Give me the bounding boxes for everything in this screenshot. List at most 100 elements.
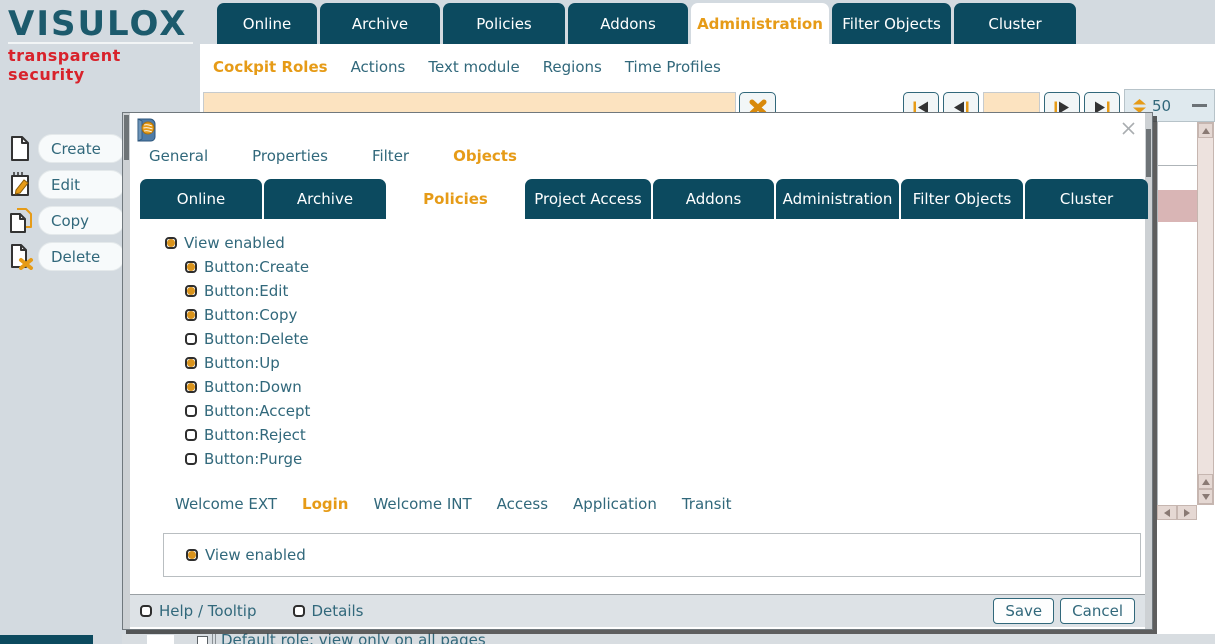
login-view-enabled-label: View enabled (205, 546, 306, 564)
subnav-regions[interactable]: Regions (543, 58, 602, 76)
vertical-scrollbar[interactable] (1197, 122, 1214, 505)
delete-icon (8, 243, 34, 271)
scroll-down-button[interactable] (1198, 489, 1213, 504)
subnav-actions[interactable]: Actions (351, 58, 406, 76)
sort-icon[interactable] (1132, 99, 1147, 113)
dialog-tab-filter[interactable]: Filter (372, 147, 409, 165)
main-nav: Online Archive Policies Addons Administr… (217, 3, 1076, 44)
table-row-selected[interactable] (1158, 190, 1197, 222)
subnav-text-module[interactable]: Text module (428, 58, 519, 76)
details-toggle[interactable]: Details (293, 602, 364, 620)
permission-row-button-create[interactable]: Button:Create (185, 255, 310, 279)
tab-policies[interactable]: Policies (443, 3, 565, 44)
permission-checkbox[interactable] (185, 261, 197, 273)
sidebar: Create Edit Copy Delete (8, 134, 130, 271)
page-tabs: Welcome EXT Login Welcome INT Access App… (175, 495, 732, 513)
permission-label: Button:Edit (204, 282, 288, 300)
page-tab-transit[interactable]: Transit (682, 495, 732, 513)
object-tab-administration[interactable]: Administration (776, 179, 899, 219)
permission-row-button-accept[interactable]: Button:Accept (185, 399, 310, 423)
object-tab-filter-objects[interactable]: Filter Objects (901, 179, 1023, 219)
help-tooltip-label: Help / Tooltip (159, 602, 257, 620)
sidebar-item-label: Edit (38, 170, 125, 199)
tab-filter-objects[interactable]: Filter Objects (832, 3, 951, 44)
save-button[interactable]: Save (993, 598, 1054, 624)
table-row-divider (1158, 165, 1197, 166)
tab-addons[interactable]: Addons (568, 3, 688, 44)
permission-row-button-copy[interactable]: Button:Copy (185, 303, 310, 327)
subnav-time-profiles[interactable]: Time Profiles (625, 58, 721, 76)
object-tab-project-access[interactable]: Project Access (525, 179, 651, 219)
permission-checkbox[interactable] (185, 405, 197, 417)
permission-checkbox[interactable] (185, 309, 197, 321)
sidebar-item-edit[interactable]: Edit (8, 170, 130, 199)
tab-administration[interactable]: Administration (691, 3, 829, 44)
permission-row-view-enabled[interactable]: View enabled (165, 231, 310, 255)
permission-label: Button:Copy (204, 306, 297, 324)
dialog-tab-general[interactable]: General (149, 147, 208, 165)
scroll-up-button-bottom[interactable] (1198, 474, 1213, 489)
object-tab-archive[interactable]: Archive (264, 179, 386, 219)
background-row-divider (212, 634, 216, 644)
dialog-left-scrollbar[interactable] (123, 113, 130, 629)
page-tab-access[interactable]: Access (497, 495, 548, 513)
details-checkbox[interactable] (293, 605, 305, 617)
login-view-enabled-checkbox[interactable] (186, 549, 198, 561)
object-tab-cluster[interactable]: Cluster (1025, 179, 1148, 219)
dialog-tab-properties[interactable]: Properties (252, 147, 328, 165)
object-tab-online[interactable]: Online (140, 179, 262, 219)
page-tab-login[interactable]: Login (302, 495, 348, 513)
sidebar-item-delete[interactable]: Delete (8, 242, 130, 271)
permission-checkbox[interactable] (185, 357, 197, 369)
permission-checkbox[interactable] (185, 381, 197, 393)
page-tab-welcome-ext[interactable]: Welcome EXT (175, 495, 277, 513)
logo-subtitle: transparent security (8, 46, 193, 84)
help-tooltip-checkbox[interactable] (140, 605, 152, 617)
permission-row-button-reject[interactable]: Button:Reject (185, 423, 310, 447)
permission-row-button-purge[interactable]: Button:Purge (185, 447, 310, 471)
permission-checkbox[interactable] (185, 333, 197, 345)
cancel-button[interactable]: Cancel (1060, 598, 1135, 624)
close-icon[interactable] (1121, 121, 1136, 136)
tab-cluster[interactable]: Cluster (954, 3, 1076, 44)
background-row-text: Default role: view only on all pages (221, 631, 486, 644)
permission-label: View enabled (184, 234, 285, 252)
scrollbar-thumb[interactable] (124, 115, 129, 160)
permission-row-button-edit[interactable]: Button:Edit (185, 279, 310, 303)
permission-row-button-delete[interactable]: Button:Delete (185, 327, 310, 351)
permission-checkbox[interactable] (185, 429, 197, 441)
subnav-cockpit-roles[interactable]: Cockpit Roles (213, 58, 328, 76)
scrollbar-thumb[interactable] (1146, 129, 1151, 177)
sub-nav: Cockpit Roles Actions Text module Region… (213, 56, 721, 78)
tab-archive[interactable]: Archive (320, 3, 440, 44)
background-row-checkbox[interactable] (197, 636, 208, 644)
permission-label: Button:Reject (204, 426, 306, 444)
dialog-tab-objects[interactable]: Objects (453, 147, 517, 165)
scroll-left-button[interactable] (1157, 505, 1177, 520)
permission-checkbox[interactable] (185, 453, 197, 465)
sidebar-item-copy[interactable]: Copy (8, 206, 130, 235)
sidebar-item-label: Copy (38, 206, 125, 235)
permission-row-button-up[interactable]: Button:Up (185, 351, 310, 375)
permission-row-button-down[interactable]: Button:Down (185, 375, 310, 399)
sidebar-item-create[interactable]: Create (8, 134, 130, 163)
permission-label: Button:Purge (204, 450, 302, 468)
object-tab-addons[interactable]: Addons (653, 179, 774, 219)
tab-online[interactable]: Online (217, 3, 317, 44)
login-view-enabled-row[interactable]: View enabled (186, 546, 306, 564)
page-size-value[interactable]: 50 (1152, 97, 1171, 115)
help-tooltip-toggle[interactable]: Help / Tooltip (140, 602, 257, 620)
page-tab-application[interactable]: Application (573, 495, 657, 513)
page-tab-welcome-int[interactable]: Welcome INT (373, 495, 471, 513)
permission-label: Button:Create (204, 258, 309, 276)
scroll-up-button[interactable] (1198, 123, 1213, 138)
permission-checkbox[interactable] (165, 237, 177, 249)
permission-label: Button:Delete (204, 330, 309, 348)
object-tab-policies[interactable]: Policies (388, 179, 523, 219)
collapse-icon[interactable] (1192, 104, 1207, 107)
logo: VISULOX transparent security (8, 6, 193, 84)
permission-checkbox[interactable] (185, 285, 197, 297)
sidebar-item-label: Create (38, 134, 125, 163)
logo-title: VISULOX (8, 6, 193, 44)
scroll-right-button[interactable] (1177, 505, 1197, 520)
